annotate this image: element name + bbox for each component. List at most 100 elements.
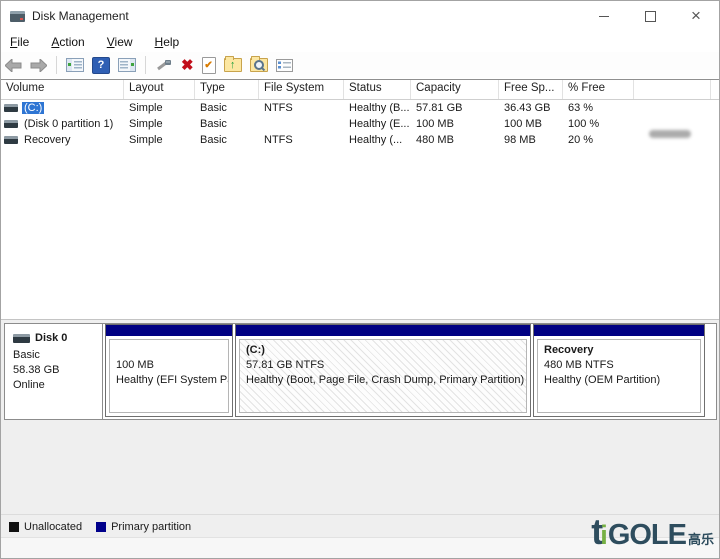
partition-color-bar bbox=[236, 325, 530, 336]
legend-item-unallocated: Unallocated bbox=[9, 521, 82, 533]
volume-table-body: (C:)SimpleBasicNTFSHealthy (B...57.81 GB… bbox=[1, 100, 719, 148]
column-header-capacity[interactable]: Capacity bbox=[411, 80, 499, 99]
pct-free-cell: 20 % bbox=[563, 134, 634, 146]
console-tree-icon bbox=[66, 58, 84, 72]
menu-help[interactable]: Help bbox=[155, 35, 180, 49]
logo-text: GOLE bbox=[608, 521, 686, 550]
properties-icon bbox=[276, 59, 293, 72]
check-document-button[interactable]: ✔ bbox=[199, 54, 219, 76]
partition-name: (C:) bbox=[246, 343, 524, 358]
help-button[interactable]: ? bbox=[89, 54, 113, 76]
partition-status-line: Healthy (OEM Partition) bbox=[544, 373, 698, 388]
title-bar: Disk Management × bbox=[1, 1, 719, 31]
capacity-cell: 480 MB bbox=[411, 134, 499, 146]
volume-list-pane: VolumeLayoutTypeFile SystemStatusCapacit… bbox=[1, 79, 719, 319]
up-arrow-icon: ↑ bbox=[230, 60, 236, 71]
disk-status: Online bbox=[13, 378, 102, 393]
column-header-file-system[interactable]: File System bbox=[259, 80, 344, 99]
show-console-tree-button[interactable] bbox=[63, 54, 87, 76]
layout-cell: Simple bbox=[124, 134, 195, 146]
disk-size: 58.38 GB bbox=[13, 363, 102, 378]
volume-icon bbox=[4, 104, 18, 112]
back-button[interactable] bbox=[2, 54, 25, 76]
partition-body: Recovery480 MB NTFSHealthy (OEM Partitio… bbox=[537, 339, 701, 413]
disk0-band: Disk 0 Basic 58.38 GB Online 100 MBHealt… bbox=[4, 323, 717, 420]
volume-icon bbox=[4, 120, 18, 128]
status-cell: Healthy (B... bbox=[344, 102, 411, 114]
volume-icon bbox=[4, 136, 18, 144]
volume-label: (Disk 0 partition 1) bbox=[22, 118, 115, 130]
volume-row-2[interactable]: RecoverySimpleBasicNTFSHealthy (...480 M… bbox=[1, 132, 719, 148]
menu-action[interactable]: Action bbox=[51, 35, 84, 49]
toolbar: ? ✖ ✔ ↑ bbox=[1, 52, 719, 78]
window-title: Disk Management bbox=[32, 9, 129, 23]
delete-volume-button[interactable]: ✖ bbox=[178, 54, 197, 76]
forward-button[interactable] bbox=[27, 54, 50, 76]
open-folder-icon: ↑ bbox=[224, 58, 242, 72]
menu-bar: File Action View Help bbox=[1, 31, 719, 52]
partition-efi[interactable]: 100 MBHealthy (EFI System Pa bbox=[105, 324, 233, 417]
volume-cell: (Disk 0 partition 1) bbox=[1, 118, 124, 130]
properties-button[interactable] bbox=[273, 54, 296, 76]
column-header-volume[interactable]: Volume bbox=[1, 80, 124, 99]
file-system-cell: NTFS bbox=[259, 102, 344, 114]
caption-controls: × bbox=[581, 1, 719, 31]
volume-row-0[interactable]: (C:)SimpleBasicNTFSHealthy (B...57.81 GB… bbox=[1, 100, 719, 116]
partition-size-line: 480 MB NTFS bbox=[544, 358, 698, 373]
free-space-cell: 36.43 GB bbox=[499, 102, 563, 114]
partition-status-line: Healthy (Boot, Page File, Crash Dump, Pr… bbox=[246, 373, 524, 388]
check-document-icon: ✔ bbox=[202, 57, 216, 74]
partition-status-line: Healthy (EFI System Pa bbox=[116, 373, 226, 388]
file-system-cell: NTFS bbox=[259, 134, 344, 146]
volume-label: (C:) bbox=[22, 102, 44, 114]
show-action-pane-button[interactable] bbox=[115, 54, 139, 76]
delete-icon: ✖ bbox=[181, 58, 194, 73]
menu-view[interactable]: View bbox=[107, 35, 133, 49]
minimize-button[interactable] bbox=[581, 1, 627, 31]
pct-free-cell: 100 % bbox=[563, 118, 634, 130]
toolbar-separator bbox=[56, 56, 57, 74]
wand-tool-button[interactable] bbox=[152, 54, 176, 76]
pct-free-cell: 63 % bbox=[563, 102, 634, 114]
volume-cell: Recovery bbox=[1, 134, 124, 146]
volume-table-header: VolumeLayoutTypeFile SystemStatusCapacit… bbox=[1, 80, 719, 100]
partition-recovery[interactable]: Recovery480 MB NTFSHealthy (OEM Partitio… bbox=[533, 324, 705, 417]
close-button[interactable]: × bbox=[673, 1, 719, 31]
disk-icon bbox=[13, 334, 30, 343]
partitions-strip: 100 MBHealthy (EFI System Pa(C:)57.81 GB… bbox=[105, 324, 716, 419]
column-header-layout[interactable]: Layout bbox=[124, 80, 195, 99]
legend-swatch bbox=[9, 522, 19, 532]
higole-watermark: t i GOLE 高乐 bbox=[591, 514, 714, 550]
maximize-icon bbox=[645, 11, 656, 22]
logo-cjk-text: 高乐 bbox=[688, 533, 714, 546]
column-header-free[interactable]: % Free bbox=[563, 80, 634, 99]
volume-row-1[interactable]: (Disk 0 partition 1)SimpleBasicHealthy (… bbox=[1, 116, 719, 132]
partition-name bbox=[116, 343, 226, 358]
explore-folder-button[interactable] bbox=[247, 54, 271, 76]
partition-size-line: 57.81 GB NTFS bbox=[246, 358, 524, 373]
legend-label: Primary partition bbox=[111, 521, 191, 533]
disk-type: Basic bbox=[13, 348, 102, 363]
status-cell: Healthy (E... bbox=[344, 118, 411, 130]
open-folder-button[interactable]: ↑ bbox=[221, 54, 245, 76]
layout-cell: Simple bbox=[124, 118, 195, 130]
free-space-cell: 100 MB bbox=[499, 118, 563, 130]
status-cell: Healthy (... bbox=[344, 134, 411, 146]
explore-folder-icon bbox=[250, 58, 268, 72]
layout-cell: Simple bbox=[124, 102, 195, 114]
column-header-free-sp[interactable]: Free Sp... bbox=[499, 80, 563, 99]
disk0-info-panel[interactable]: Disk 0 Basic 58.38 GB Online bbox=[5, 324, 103, 419]
legend-swatch bbox=[96, 522, 106, 532]
maximize-button[interactable] bbox=[627, 1, 673, 31]
column-header-filler bbox=[634, 80, 711, 99]
column-header-type[interactable]: Type bbox=[195, 80, 259, 99]
menu-file[interactable]: File bbox=[10, 35, 29, 49]
forward-arrow-icon bbox=[30, 59, 47, 72]
partition-body: 100 MBHealthy (EFI System Pa bbox=[109, 339, 229, 413]
partition-name: Recovery bbox=[544, 343, 698, 358]
volume-cell: (C:) bbox=[1, 102, 124, 114]
wand-icon bbox=[155, 58, 173, 72]
legend-label: Unallocated bbox=[24, 521, 82, 533]
partition-c[interactable]: (C:)57.81 GB NTFSHealthy (Boot, Page Fil… bbox=[235, 324, 531, 417]
column-header-status[interactable]: Status bbox=[344, 80, 411, 99]
